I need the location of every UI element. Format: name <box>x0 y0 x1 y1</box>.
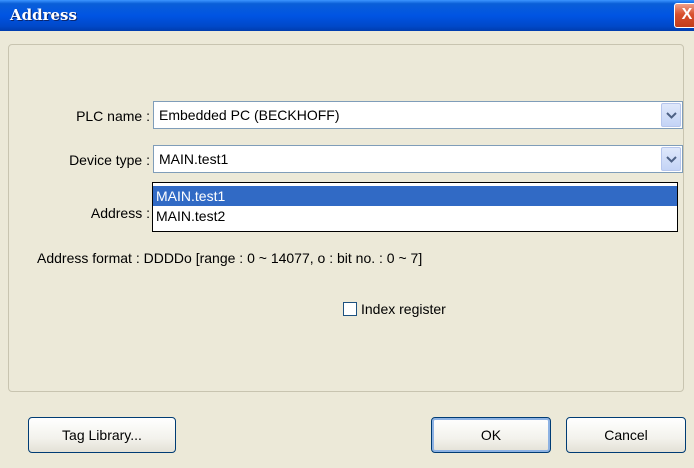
address-label: Address : <box>90 205 150 221</box>
chevron-down-icon <box>666 156 677 163</box>
device-type-dropdown-list: MAIN.test1 MAIN.test2 <box>152 182 678 232</box>
index-register-checkbox[interactable] <box>343 302 357 316</box>
close-button[interactable]: X <box>674 3 694 28</box>
plc-name-combobox[interactable]: Embedded PC (BECKHOFF) <box>153 101 683 129</box>
index-register-label: Index register <box>361 301 446 317</box>
cancel-button[interactable]: Cancel <box>566 417 686 453</box>
tag-library-button[interactable]: Tag Library... <box>28 417 176 453</box>
close-icon: X <box>681 6 693 23</box>
device-type-dropdown-button[interactable] <box>661 147 681 171</box>
dropdown-option-main-test1[interactable]: MAIN.test1 <box>153 186 677 206</box>
device-type-label: Device type : <box>69 152 150 168</box>
dropdown-option-main-test2[interactable]: MAIN.test2 <box>153 206 677 226</box>
device-type-combobox[interactable]: MAIN.test1 <box>153 145 683 173</box>
plc-name-dropdown-button[interactable] <box>661 103 681 127</box>
plc-name-label: PLC name : <box>76 108 150 124</box>
title-bar: Address X <box>0 0 694 31</box>
address-format-text: Address format : DDDDo [range : 0 ~ 1407… <box>37 250 423 266</box>
ok-button[interactable]: OK <box>431 417 551 453</box>
device-type-value: MAIN.test1 <box>159 151 229 167</box>
window-title: Address <box>10 6 77 24</box>
plc-name-value: Embedded PC (BECKHOFF) <box>159 107 340 123</box>
address-dialog: Address X PLC name : Embedded PC (BECKHO… <box>0 0 694 468</box>
chevron-down-icon <box>666 112 677 119</box>
